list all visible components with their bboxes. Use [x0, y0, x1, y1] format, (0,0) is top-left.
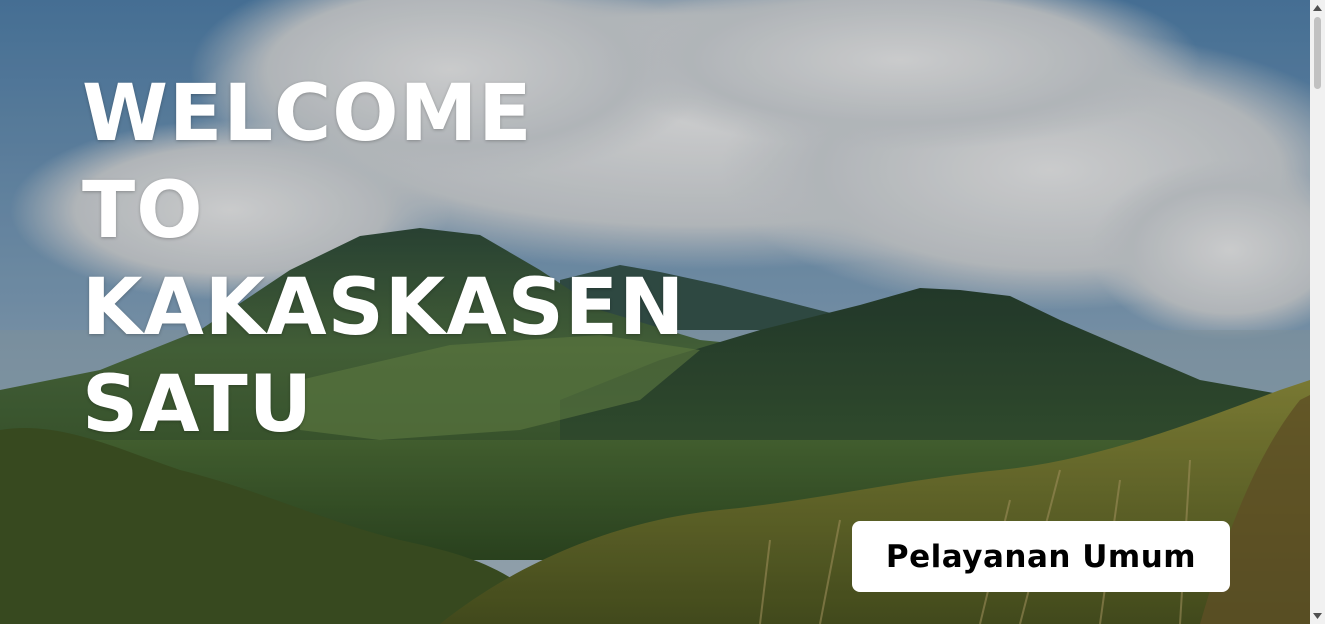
hero-title-line: WELCOME: [82, 69, 533, 159]
scrollbar-thumb[interactable]: [1314, 17, 1321, 89]
hero-section: WELCOME TO KAKASKASEN SATU Pelayanan Umu…: [0, 0, 1310, 624]
page-viewport: WELCOME TO KAKASKASEN SATU Pelayanan Umu…: [0, 0, 1325, 624]
hero-title-line: KAKASKASEN: [82, 263, 686, 353]
hero-title-line: TO: [82, 166, 204, 256]
chevron-down-icon[interactable]: [1310, 608, 1325, 624]
hero-title-line: SATU: [82, 360, 314, 450]
vertical-scrollbar[interactable]: [1310, 0, 1325, 624]
hero-title: WELCOME TO KAKASKASEN SATU: [82, 66, 685, 454]
chevron-up-icon[interactable]: [1310, 0, 1325, 16]
public-service-button[interactable]: Pelayanan Umum: [852, 521, 1230, 592]
